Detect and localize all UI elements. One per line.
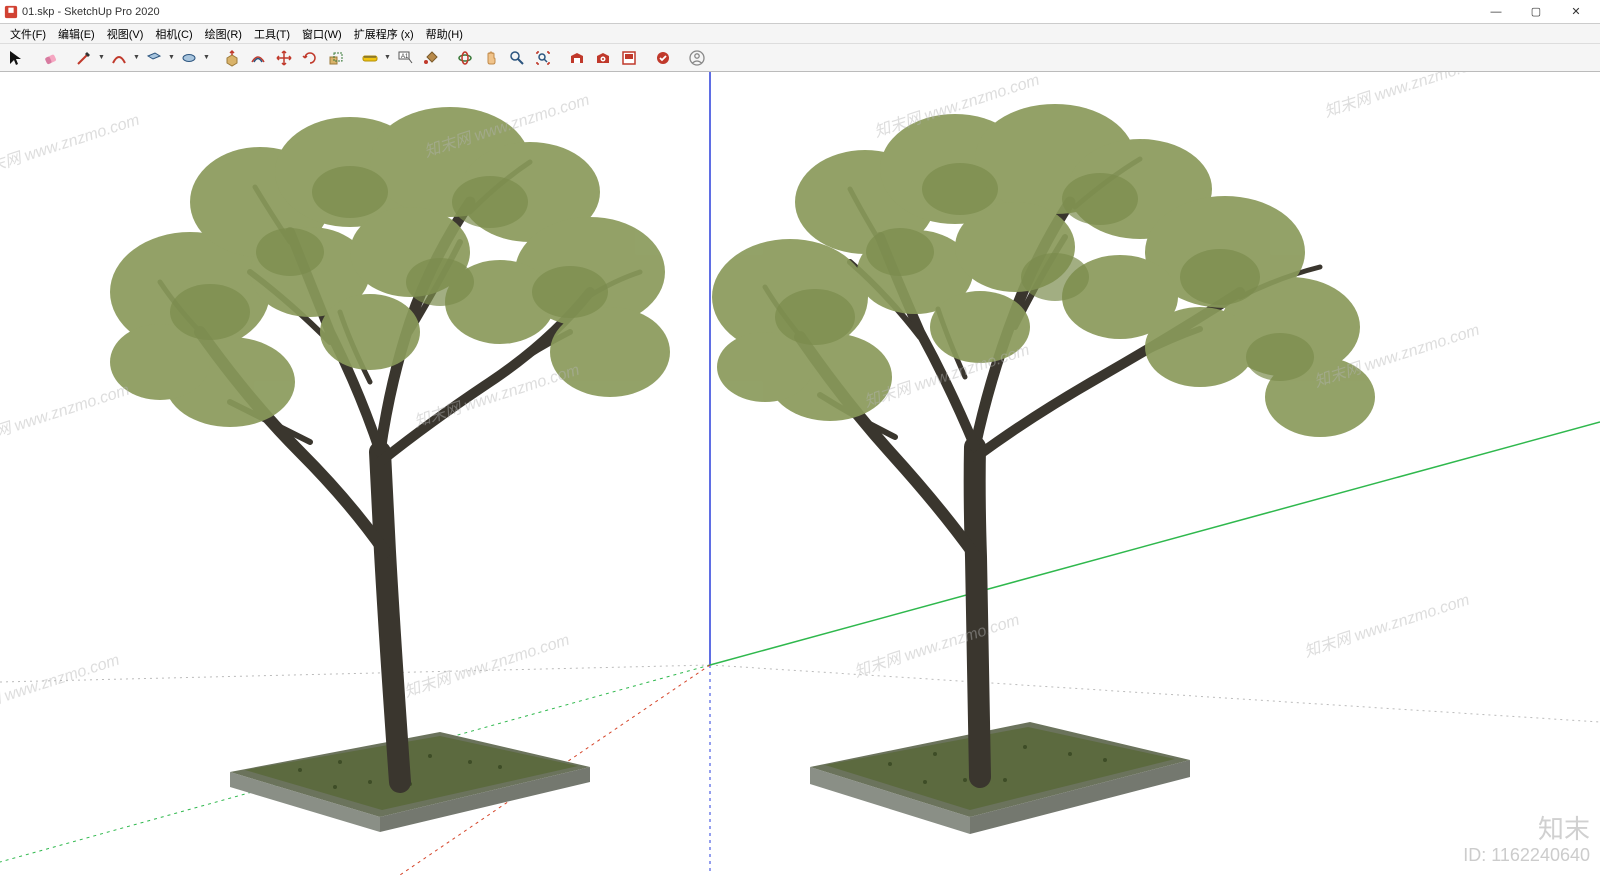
line-tool[interactable] — [72, 46, 96, 70]
move-tool[interactable] — [272, 46, 296, 70]
close-button[interactable]: ✕ — [1556, 1, 1596, 23]
menu-help[interactable]: 帮助(H) — [420, 24, 469, 44]
maximize-button[interactable]: ▢ — [1516, 1, 1556, 23]
pan-tool[interactable] — [479, 46, 503, 70]
tree-right — [680, 77, 1410, 807]
circle-tool[interactable] — [177, 46, 201, 70]
rectangle-tool-dropdown[interactable]: ▼ — [168, 46, 175, 70]
menubar: 文件(F) 编辑(E) 视图(V) 相机(C) 绘图(R) 工具(T) 窗口(W… — [0, 24, 1600, 44]
tape-measure-dropdown[interactable]: ▼ — [384, 46, 391, 70]
titlebar: 01.skp - SketchUp Pro 2020 — ▢ ✕ — [0, 0, 1600, 24]
minimize-button[interactable]: — — [1476, 1, 1516, 23]
menu-view[interactable]: 视图(V) — [101, 24, 150, 44]
zoom-tool[interactable] — [505, 46, 529, 70]
line-tool-dropdown[interactable]: ▼ — [98, 46, 105, 70]
toolbar: ▼ ▼ ▼ ▼ ▼ A1 — [0, 44, 1600, 72]
eraser-tool[interactable] — [38, 46, 62, 70]
orbit-tool[interactable] — [453, 46, 477, 70]
circle-tool-dropdown[interactable]: ▼ — [203, 46, 210, 70]
menu-edit[interactable]: 编辑(E) — [52, 24, 101, 44]
3d-warehouse-tool[interactable] — [565, 46, 589, 70]
menu-window[interactable]: 窗口(W) — [296, 24, 348, 44]
rectangle-tool[interactable] — [142, 46, 166, 70]
svg-text:A1: A1 — [401, 54, 409, 60]
paint-bucket-tool[interactable] — [419, 46, 443, 70]
select-tool[interactable] — [4, 46, 28, 70]
menu-extensions[interactable]: 扩展程序 (x) — [348, 24, 420, 44]
rotate-tool[interactable] — [298, 46, 322, 70]
user-sign-in[interactable] — [685, 46, 709, 70]
menu-draw[interactable]: 绘图(R) — [199, 24, 248, 44]
tree-left — [50, 82, 730, 812]
menu-tools[interactable]: 工具(T) — [248, 24, 296, 44]
viewport[interactable]: 知末网 www.znzmo.com 知末网 www.znzmo.com 知末网 … — [0, 72, 1600, 875]
extension-warehouse-tool[interactable] — [591, 46, 615, 70]
layout-tool[interactable] — [617, 46, 641, 70]
text-tool[interactable]: A1 — [393, 46, 417, 70]
app-icon — [4, 5, 18, 19]
menu-file[interactable]: 文件(F) — [4, 24, 52, 44]
extension-manager-tool[interactable] — [651, 46, 675, 70]
menu-camera[interactable]: 相机(C) — [149, 24, 198, 44]
zoom-extents-tool[interactable] — [531, 46, 555, 70]
tape-measure-tool[interactable] — [358, 46, 382, 70]
offset-tool[interactable] — [246, 46, 270, 70]
arc-tool[interactable] — [107, 46, 131, 70]
window-title: 01.skp - SketchUp Pro 2020 — [22, 6, 1476, 18]
scale-tool[interactable] — [324, 46, 348, 70]
arc-tool-dropdown[interactable]: ▼ — [133, 46, 140, 70]
window-controls: — ▢ ✕ — [1476, 1, 1596, 23]
pushpull-tool[interactable] — [220, 46, 244, 70]
